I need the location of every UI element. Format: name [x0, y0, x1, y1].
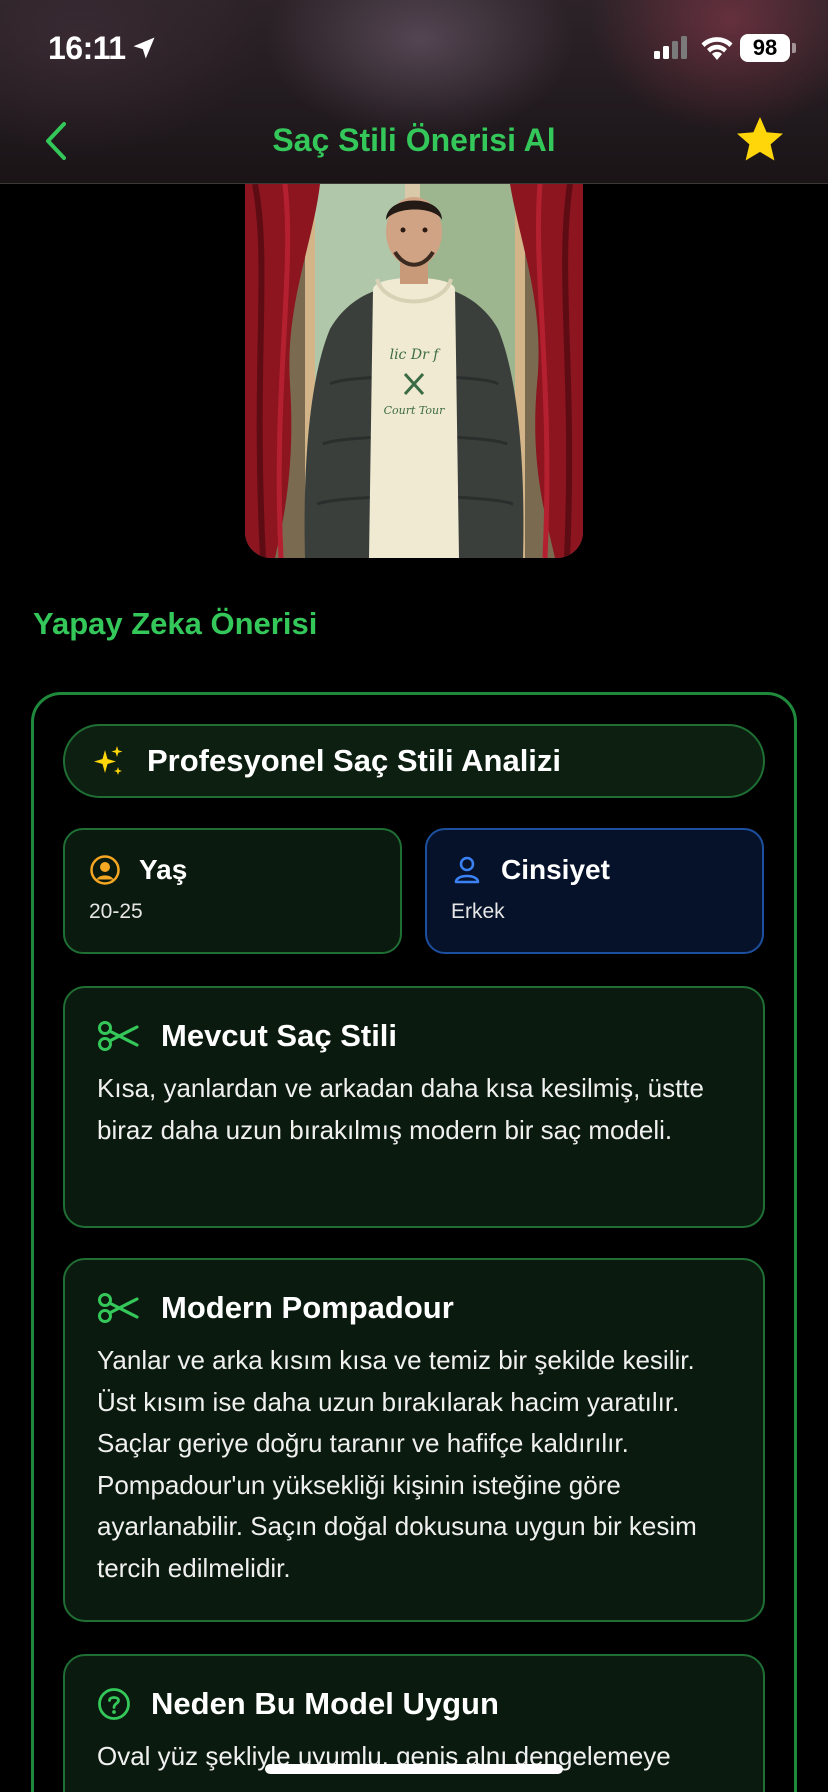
age-label: Yaş: [139, 854, 188, 885]
cellular-signal-icon: [654, 36, 687, 59]
gender-box: Cinsiyet Erkek: [425, 828, 764, 954]
nav-bar: Saç Stili Önerisi Al: [0, 100, 828, 184]
card-body: Yanlar ve arka kısım kısa ve temiz bir ş…: [97, 1345, 697, 1583]
page-title: Saç Stili Önerisi Al: [272, 122, 556, 158]
age-box: Yaş 20-25: [63, 828, 402, 954]
age-value: 20-25: [89, 900, 143, 923]
card-title: Modern Pompadour: [161, 1290, 454, 1325]
person-circle-icon: [90, 855, 120, 885]
scissors-icon: [98, 1021, 139, 1051]
svg-text:lic Dr f: lic Dr f: [390, 347, 442, 363]
analysis-title: Profesyonel Saç Stili Analizi: [147, 743, 562, 778]
location-arrow-icon: [133, 37, 155, 59]
card-body: Kısa, yanlardan ve arkadan daha kısa kes…: [97, 1073, 704, 1145]
svg-text:Court Tour: Court Tour: [384, 404, 445, 417]
sparkles-icon: [94, 746, 123, 775]
question-circle-icon: [98, 1688, 130, 1720]
suggested-style-card: Modern Pompadour Yanlar ve arka kısım kı…: [63, 1258, 765, 1622]
screen: 16:11 98 Saç Stili Önerisi Al lic Dr f C…: [0, 0, 828, 1792]
analysis-header: Profesyonel Saç Stili Analizi: [63, 724, 765, 798]
person-icon: [454, 856, 480, 884]
wifi-icon: [701, 37, 733, 60]
scissors-icon: [98, 1293, 139, 1323]
header: 16:11 98 Saç Stili Önerisi Al: [0, 0, 828, 184]
card-title: Neden Bu Model Uygun: [151, 1686, 499, 1721]
user-photo: lic Dr f Court Tour: [245, 184, 583, 558]
gender-value: Erkek: [451, 900, 505, 923]
battery-indicator: 98: [740, 34, 796, 62]
card-title: Mevcut Saç Stili: [161, 1018, 398, 1053]
status-bar: 16:11 98: [0, 0, 828, 100]
home-indicator[interactable]: [265, 1764, 563, 1774]
current-style-card: Mevcut Saç Stili Kısa, yanlardan ve arka…: [63, 986, 765, 1228]
status-time: 16:11: [48, 30, 126, 66]
ai-suggestion-heading: Yapay Zeka Önerisi: [33, 606, 318, 641]
gender-label: Cinsiyet: [501, 854, 610, 885]
star-icon: [737, 117, 783, 161]
favorite-star-button[interactable]: [734, 114, 786, 166]
